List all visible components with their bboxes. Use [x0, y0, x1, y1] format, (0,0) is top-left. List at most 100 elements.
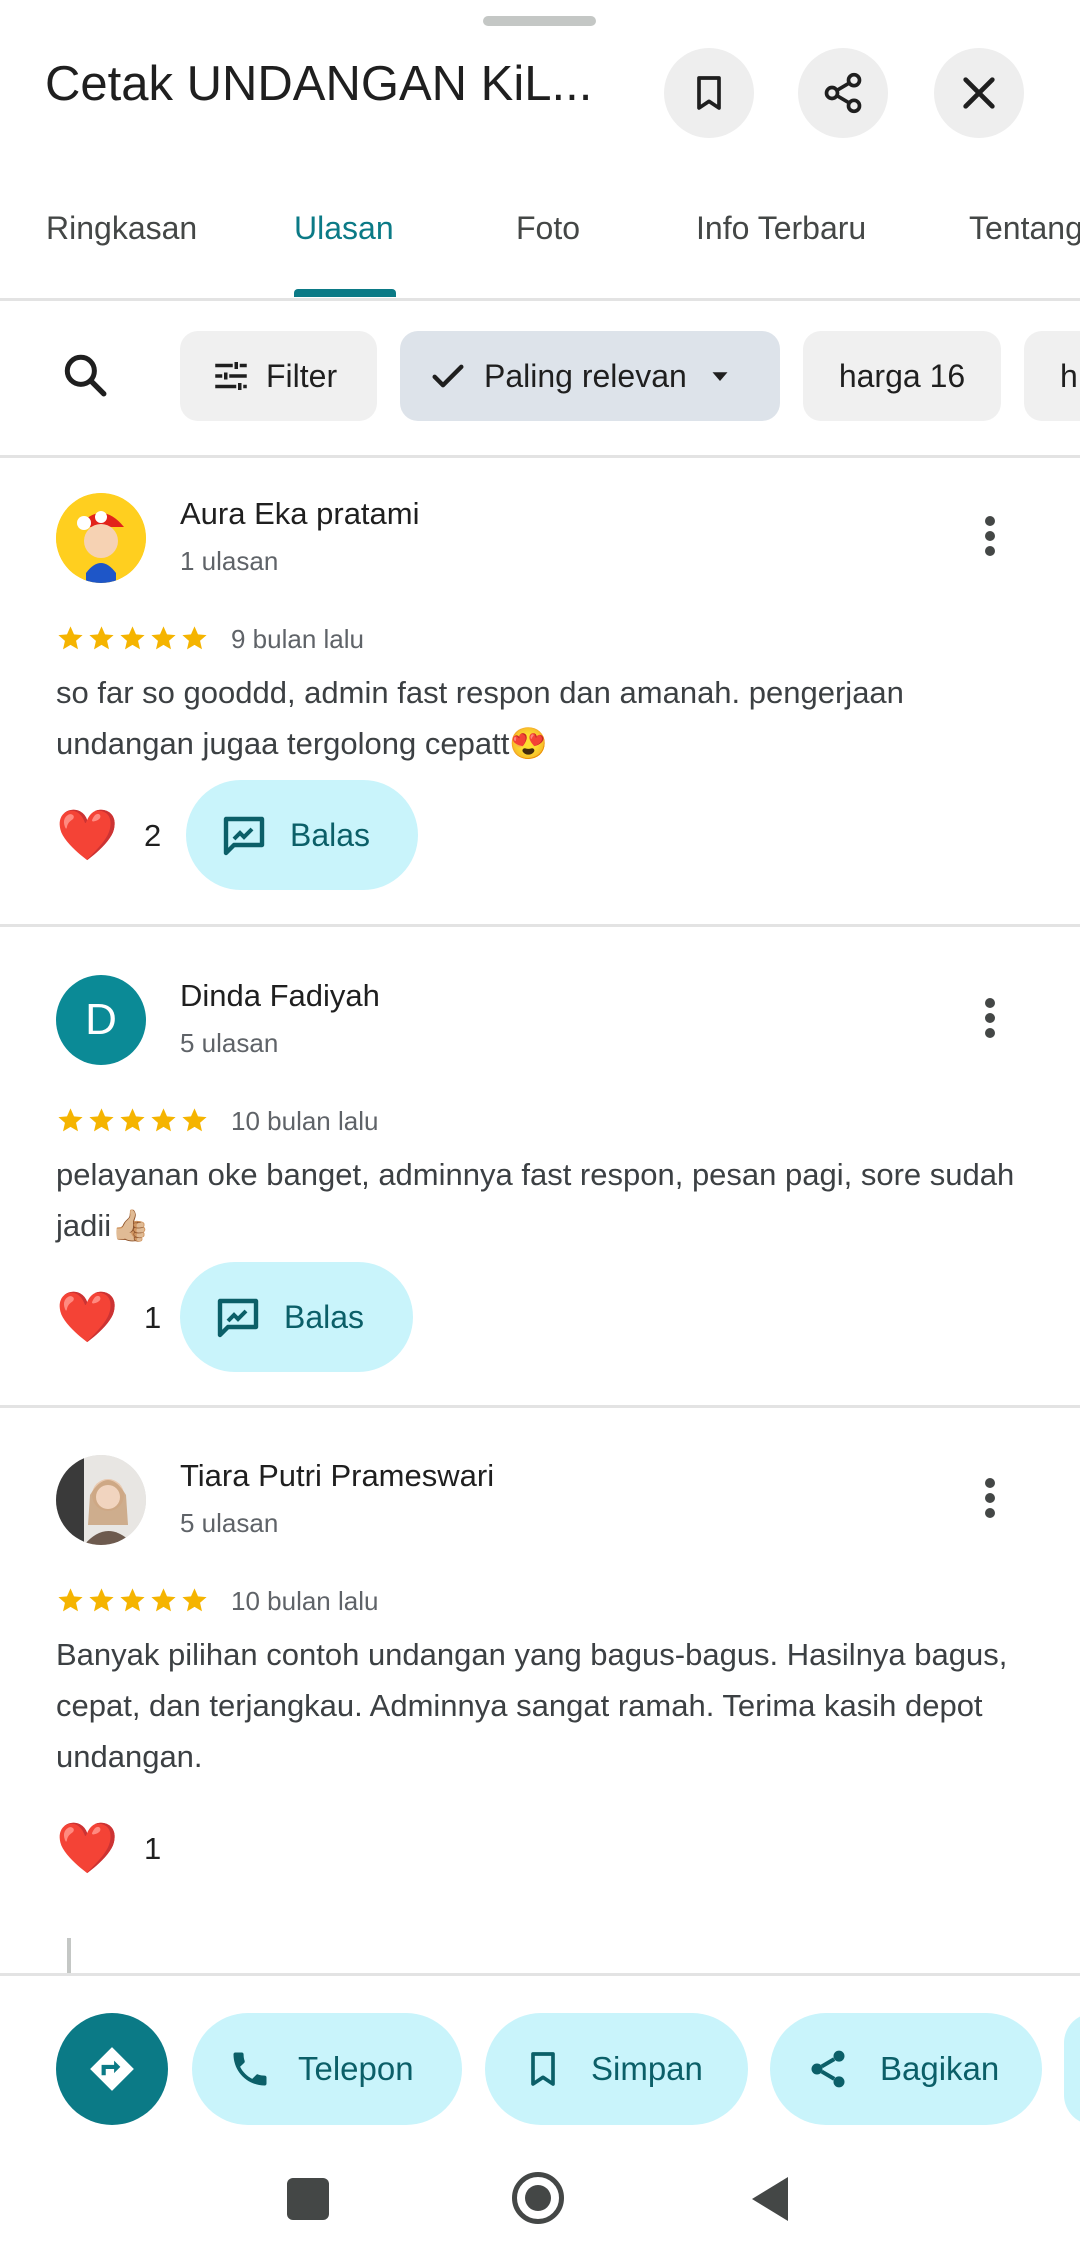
review-item: Aura Eka pratami 1 ulasan 9 bulan lalu s… — [0, 458, 1080, 927]
review-count: 5 ulasan — [180, 1508, 279, 1538]
review-count: 5 ulasan — [180, 1028, 279, 1058]
reply-icon — [217, 1298, 259, 1338]
close-icon — [963, 77, 995, 109]
star-icon — [58, 1108, 83, 1132]
share-place-button[interactable] — [798, 48, 888, 138]
avatar[interactable] — [56, 1455, 146, 1545]
star-icon — [89, 1588, 114, 1612]
heart-icon[interactable]: ❤️ — [56, 1818, 118, 1878]
search-icon — [64, 354, 107, 397]
star-icon — [120, 626, 145, 650]
like-count: 1 — [144, 1300, 162, 1335]
keyword-chip-label: harga 16 — [838, 357, 966, 394]
share-button[interactable]: Bagikan — [770, 2013, 1042, 2125]
tune-icon — [215, 362, 247, 390]
close-button[interactable] — [934, 48, 1024, 138]
avatar-photo — [56, 1455, 146, 1545]
place-sheet: Cetak UNDANGAN KiL... Ringkasan Ulasan F… — [0, 0, 1080, 2266]
like-count: 1 — [144, 1831, 162, 1866]
place-title: Cetak UNDANGAN KiL... — [45, 57, 593, 111]
more-vert-icon — [985, 1478, 995, 1518]
share-label: Bagikan — [880, 2050, 1000, 2087]
star-icon — [58, 1588, 83, 1612]
reply-icon — [223, 816, 265, 856]
reply-label: Balas — [284, 1298, 365, 1335]
save-place-button[interactable] — [664, 48, 754, 138]
home-dot — [525, 2185, 551, 2211]
tab-bar: Ringkasan Ulasan Foto Info Terbaru Tenta… — [0, 180, 1080, 301]
more-options-button[interactable] — [970, 506, 1010, 566]
star-icon — [89, 1108, 114, 1132]
review-author[interactable]: Tiara Putri Prameswari — [180, 1458, 494, 1494]
filter-bar: Filter Paling relevan harga 16 h — [0, 300, 1080, 458]
recents-button[interactable] — [287, 2178, 329, 2220]
tab-ulasan[interactable]: Ulasan — [294, 210, 394, 247]
search-reviews-button[interactable] — [60, 350, 110, 400]
review-text: Banyak pilihan contoh undangan yang bagu… — [56, 1637, 1008, 1774]
review-author[interactable]: Dinda Fadiyah — [180, 978, 380, 1014]
more-actions-button[interactable] — [1064, 2013, 1080, 2125]
star-icon — [58, 626, 83, 650]
star-icon — [151, 1588, 176, 1612]
sort-chip-label: Paling relevan — [484, 357, 687, 394]
avatar[interactable] — [56, 493, 146, 583]
star-rating — [56, 624, 209, 653]
dropdown-arrow-icon — [712, 372, 728, 381]
review-item: Tiara Putri Prameswari 5 ulasan 10 bulan… — [0, 1408, 1080, 1973]
star-rating — [56, 1586, 209, 1615]
review-time: 10 bulan lalu — [231, 1106, 379, 1136]
more-vert-icon — [985, 516, 995, 556]
call-button[interactable]: Telepon — [192, 2013, 462, 2125]
tab-info-terbaru[interactable]: Info Terbaru — [696, 210, 866, 247]
back-icon — [752, 2177, 788, 2221]
review-text: pelayanan oke banget, adminnya fast resp… — [56, 1157, 1015, 1243]
bookmark-icon — [697, 76, 721, 110]
avatar-photo — [56, 493, 146, 583]
star-icon — [89, 626, 114, 650]
star-icon — [182, 1588, 207, 1612]
avatar[interactable]: D — [56, 975, 146, 1065]
bookmark-icon — [531, 2052, 555, 2086]
star-icon — [151, 1108, 176, 1132]
tab-ringkasan[interactable]: Ringkasan — [46, 210, 197, 247]
more-options-button[interactable] — [970, 1468, 1010, 1528]
directions-button[interactable] — [56, 2013, 168, 2125]
more-vert-icon — [985, 998, 995, 1038]
tab-foto[interactable]: Foto — [516, 210, 580, 247]
reply-label: Balas — [290, 816, 371, 853]
star-icon — [182, 626, 207, 650]
share-icon — [824, 72, 862, 114]
star-icon — [182, 1108, 207, 1132]
review-count: 1 ulasan — [180, 546, 279, 576]
back-button[interactable] — [750, 2175, 790, 2228]
sort-chip[interactable]: Paling relevan — [400, 331, 780, 421]
review-author[interactable]: Aura Eka pratami — [180, 496, 420, 532]
keyword-chip-next-label: h — [1060, 357, 1078, 394]
share-icon — [811, 2050, 845, 2088]
tab-tentang[interactable]: Tentang — [969, 210, 1080, 247]
filter-chip[interactable]: Filter — [180, 331, 377, 421]
save-label: Simpan — [591, 2050, 703, 2087]
star-icon — [151, 626, 176, 650]
heart-icon[interactable]: ❤️ — [56, 805, 118, 865]
reply-button[interactable]: Balas — [186, 780, 418, 890]
star-rating — [56, 1106, 209, 1135]
review-item: D Dinda Fadiyah 5 ulasan 10 bulan lalu p… — [0, 927, 1080, 1408]
home-button[interactable] — [512, 2172, 564, 2224]
keyword-chip-next[interactable]: h — [1024, 331, 1080, 421]
keyword-chip-harga[interactable]: harga 16 — [803, 331, 1001, 421]
check-icon — [432, 364, 464, 388]
phone-icon — [233, 2052, 267, 2086]
reply-button[interactable]: Balas — [180, 1262, 413, 1372]
review-text: so far so gooddd, admin fast respon dan … — [56, 675, 904, 761]
call-label: Telepon — [298, 2050, 414, 2087]
directions-icon — [90, 2047, 134, 2091]
drag-handle[interactable] — [483, 16, 596, 26]
owner-reply-line — [67, 1938, 71, 1973]
heart-icon[interactable]: ❤️ — [56, 1287, 118, 1347]
review-time: 9 bulan lalu — [231, 624, 364, 654]
more-options-button[interactable] — [970, 988, 1010, 1048]
save-button[interactable]: Simpan — [485, 2013, 748, 2125]
active-tab-indicator — [294, 289, 396, 297]
filter-chip-label: Filter — [266, 357, 338, 394]
